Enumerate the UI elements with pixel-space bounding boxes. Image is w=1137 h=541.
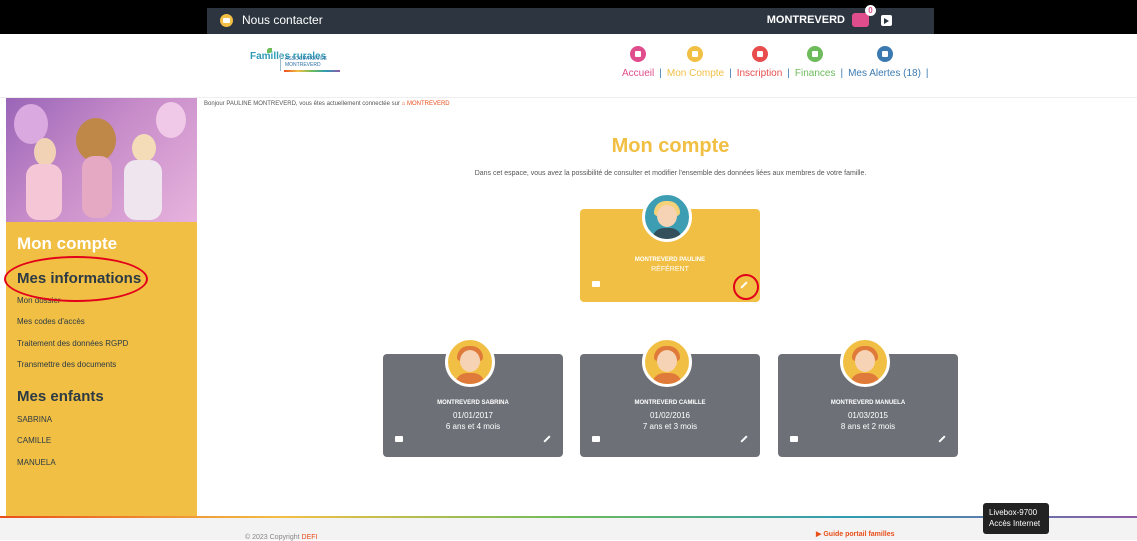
page-title: Mon compte: [611, 135, 730, 157]
nav-label: Finances: [794, 68, 836, 79]
child-name: MONTREVERD CAMILLE: [634, 400, 706, 406]
child-avatar: [840, 337, 890, 387]
greeting: Bonjour PAULINE MONTREVERD, vous êtes ac…: [204, 101, 450, 107]
camera-icon[interactable]: [592, 281, 600, 287]
nav-item-alertes[interactable]: Mes Alertes (18): [848, 46, 921, 79]
nav-separator: |: [659, 68, 662, 79]
logout-icon[interactable]: [881, 14, 892, 26]
camera-icon[interactable]: [395, 436, 403, 442]
contact-link[interactable]: Nous contacter: [220, 13, 323, 27]
nav-separator: |: [840, 68, 844, 79]
child-birthdate: 01/02/2016: [649, 411, 691, 420]
main-nav: Accueil | Mon Compte | Inscription | Fin…: [622, 46, 934, 79]
sidebar: Mon compte Mes informations Mon dossier …: [6, 98, 197, 516]
logo-sub-text: ASSOCIATION DE MONTREVERD: [285, 56, 328, 68]
nav-label: Mon Compte: [666, 68, 725, 79]
home-icon: ⌂: [401, 101, 406, 107]
sidebar-item-transmettre-documents[interactable]: Transmettre des documents: [17, 360, 116, 369]
child-avatar: [445, 337, 495, 387]
footer: © 2023 Copyright DEFI ▶ Guide portail fa…: [0, 516, 1137, 541]
greeting-text: Bonjour PAULINE MONTREVERD, vous êtes ac…: [204, 101, 400, 107]
referent-avatar: [642, 192, 692, 242]
child-age: 8 ans et 2 mois: [840, 422, 896, 431]
mail-icon: [220, 13, 233, 27]
user-label: MONTREVERD: [766, 14, 845, 26]
header: Familles rurales ASSOCIATION DE MONTREVE…: [0, 34, 1137, 98]
tooltip-line1: Livebox-9700: [989, 508, 1038, 517]
logo[interactable]: Familles rurales ASSOCIATION DE MONTREVE…: [250, 48, 342, 76]
nav-item-finances[interactable]: Finances: [794, 46, 836, 79]
network-tooltip: Livebox-9700 Accès Internet: [983, 503, 1049, 534]
pencil-icon: [751, 46, 768, 62]
child-name: MONTREVERD SABRINA: [437, 400, 509, 406]
nav-item-inscription[interactable]: Inscription: [736, 46, 783, 79]
play-icon: ▶: [816, 531, 822, 538]
nav-separator: |: [729, 68, 732, 79]
nav-label: Mes Alertes (18): [848, 68, 921, 79]
child-birthdate: 01/03/2015: [847, 411, 889, 420]
edit-icon[interactable]: [740, 435, 748, 443]
sidebar-item-sabrina[interactable]: SABRINA: [17, 415, 52, 424]
guide-label: Guide portail familles: [823, 531, 895, 538]
child-age: 7 ans et 3 mois: [642, 422, 698, 431]
sidebar-item-manuela[interactable]: MANUELA: [17, 458, 56, 467]
child-birthdate: 01/01/2017: [452, 411, 494, 420]
notification-badge: 0: [865, 5, 876, 16]
greeting-site[interactable]: MONTREVERD: [407, 101, 450, 107]
child-avatar: [642, 337, 692, 387]
contact-label: Nous contacter: [242, 13, 323, 27]
edit-icon[interactable]: [543, 435, 551, 443]
child-card-sabrina[interactable]: MONTREVERD SABRINA 01/01/2017 6 ans et 4…: [383, 337, 563, 457]
edit-icon[interactable]: [938, 435, 946, 443]
section-mes-enfants: Mes enfants: [17, 388, 104, 405]
nav-label: Accueil: [622, 68, 655, 79]
child-age: 6 ans et 4 mois: [445, 422, 501, 431]
user-icon: [687, 46, 704, 62]
logo-stripe: [284, 70, 340, 72]
sidebar-item-codes-acces[interactable]: Mes codes d'accès: [17, 317, 85, 326]
logo-separator: [280, 53, 281, 71]
home-icon: [630, 46, 647, 62]
sidebar-item-rgpd[interactable]: Traitement des données RGPD: [17, 339, 128, 348]
footer-stripe: [0, 516, 1137, 518]
sidebar-title: Mon compte: [17, 234, 118, 253]
annotation-circle-informations: [4, 256, 148, 302]
nav-separator: |: [925, 68, 929, 79]
user-menu[interactable]: MONTREVERD 0: [766, 5, 892, 27]
annotation-circle-edit: [733, 274, 759, 300]
referent-name: MONTREVERD PAULINE: [634, 257, 706, 263]
family-photo: [6, 98, 197, 222]
top-bar: Nous contacter MONTREVERD 0: [0, 0, 1137, 34]
guide-link[interactable]: ▶ Guide portail familles: [816, 530, 895, 538]
child-card-manuela[interactable]: MONTREVERD MANUELA 01/03/2015 8 ans et 2…: [778, 337, 958, 457]
child-name: MONTREVERD MANUELA: [830, 400, 906, 406]
nav-label: Inscription: [736, 68, 783, 79]
page-description: Dans cet espace, vous avez la possibilit…: [474, 170, 867, 177]
camera-icon[interactable]: [592, 436, 600, 442]
nav-item-mon-compte[interactable]: Mon Compte: [667, 46, 724, 79]
nav-item-accueil[interactable]: Accueil: [622, 46, 654, 79]
notification-icon[interactable]: 0: [852, 5, 876, 27]
alert-icon: [876, 46, 893, 62]
nav-separator: |: [787, 68, 790, 79]
referent-role: RÉFÉRENT: [651, 266, 689, 273]
tooltip-line2: Accès Internet: [989, 519, 1041, 528]
top-bar-inner: Nous contacter MONTREVERD 0: [207, 5, 934, 34]
euro-icon: [807, 46, 824, 62]
camera-icon[interactable]: [790, 436, 798, 442]
sidebar-item-camille[interactable]: CAMILLE: [17, 436, 51, 445]
child-card-camille[interactable]: MONTREVERD CAMILLE 01/02/2016 7 ans et 3…: [580, 337, 760, 457]
